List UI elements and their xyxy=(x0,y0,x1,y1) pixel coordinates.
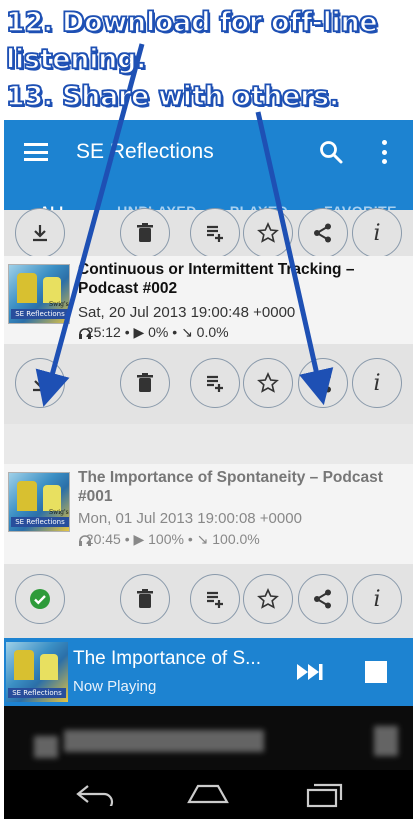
now-playing-thumbnail: SE Reflections xyxy=(6,642,68,702)
episode-date: Sat, 20 Jul 2013 19:00:48 +0000 xyxy=(78,304,296,321)
episode-title: Continuous or Intermittent Tracking – Po… xyxy=(78,261,355,297)
download-icon xyxy=(33,375,47,392)
info-icon: i xyxy=(373,586,381,612)
app-title: SE Reflections xyxy=(76,140,214,163)
delete-button[interactable] xyxy=(120,574,170,624)
headphones-icon xyxy=(79,328,91,339)
info-icon: i xyxy=(373,220,381,246)
headphones-icon xyxy=(79,535,91,546)
info-button[interactable]: i xyxy=(352,208,402,258)
favorite-button[interactable] xyxy=(243,208,293,258)
annotation-line-2: listening. xyxy=(5,43,147,76)
episode-actions-row: i xyxy=(4,208,413,258)
playlist-add-icon xyxy=(207,591,223,608)
favorite-button[interactable] xyxy=(243,574,293,624)
stop-icon[interactable] xyxy=(365,661,387,683)
star-icon xyxy=(257,588,279,609)
back-icon[interactable] xyxy=(74,782,116,806)
trash-icon xyxy=(137,589,153,608)
episode-thumbnail: Swig's SE Reflections xyxy=(8,472,70,532)
share-button[interactable] xyxy=(298,574,348,624)
episode-date: Mon, 01 Jul 2013 19:00:08 +0000 xyxy=(78,510,302,527)
phone-screen: SE Reflections ALL UNPLAYED PLAYED FAVOR… xyxy=(4,120,413,819)
annotation-line-3: 13. Share with others. xyxy=(5,80,340,113)
search-icon[interactable] xyxy=(318,139,344,165)
share-icon xyxy=(314,589,331,609)
blurred-area xyxy=(4,706,413,770)
add-to-playlist-button[interactable] xyxy=(190,574,240,624)
episode-meta: 25:12 • ▶ 0% • ↘ 0.0% xyxy=(78,324,229,340)
info-button[interactable]: i xyxy=(352,358,402,408)
now-playing-status: Now Playing xyxy=(73,678,157,695)
info-icon: i xyxy=(373,370,381,396)
star-icon xyxy=(257,372,279,393)
recents-icon[interactable] xyxy=(304,782,344,808)
episode-row[interactable]: Swig's SE Reflections The Importance of … xyxy=(4,464,413,564)
downloaded-indicator-button[interactable] xyxy=(15,574,65,624)
trash-icon xyxy=(137,373,153,392)
playlist-add-icon xyxy=(207,375,223,392)
now-playing-title: The Importance of S... xyxy=(73,648,261,669)
now-playing-bar[interactable]: SE Reflections The Importance of S... No… xyxy=(4,638,413,706)
download-button[interactable] xyxy=(15,358,65,408)
skip-next-icon[interactable] xyxy=(296,662,324,682)
episode-actions-row: i xyxy=(4,564,413,638)
episode-title: The Importance of Spontaneity – Podcast … xyxy=(78,469,383,505)
tutorial-annotation: 12. Download for off-line listening. 13.… xyxy=(5,4,410,115)
episode-meta: 20:45 • ▶ 100% • ↘ 100.0% xyxy=(78,531,260,547)
episode-row[interactable]: Swig's SE Reflections Continuous or Inte… xyxy=(4,256,413,344)
annotation-line-1: 12. Download for off-line xyxy=(5,6,378,39)
playlist-add-icon xyxy=(207,225,223,242)
star-icon xyxy=(257,222,279,243)
share-icon xyxy=(314,223,331,243)
hamburger-menu-icon[interactable] xyxy=(24,143,48,161)
share-button[interactable] xyxy=(298,208,348,258)
overflow-menu-icon[interactable] xyxy=(380,140,388,164)
share-icon xyxy=(314,373,331,393)
info-button[interactable]: i xyxy=(352,574,402,624)
trash-icon xyxy=(137,223,153,242)
episode-actions-row: i xyxy=(4,344,413,424)
download-icon xyxy=(33,225,47,242)
delete-button[interactable] xyxy=(120,208,170,258)
add-to-playlist-button[interactable] xyxy=(190,208,240,258)
add-to-playlist-button[interactable] xyxy=(190,358,240,408)
system-nav-bar xyxy=(4,770,413,819)
delete-button[interactable] xyxy=(120,358,170,408)
download-button[interactable] xyxy=(15,208,65,258)
episode-thumbnail: Swig's SE Reflections xyxy=(8,264,70,324)
check-circle-icon xyxy=(30,589,50,609)
favorite-button[interactable] xyxy=(243,358,293,408)
home-icon[interactable] xyxy=(186,782,230,806)
app-bar: SE Reflections xyxy=(4,120,413,184)
share-button[interactable] xyxy=(298,358,348,408)
